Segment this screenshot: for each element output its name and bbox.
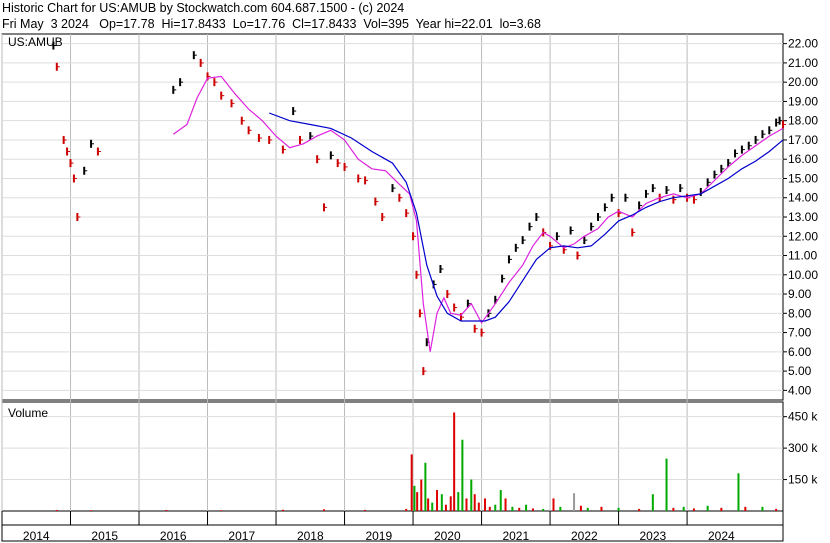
volume-tick-label: 450 k <box>788 410 818 424</box>
price-tick-label: 19.00 <box>788 94 818 108</box>
volume-bar <box>457 492 460 511</box>
volume-bar <box>665 458 668 511</box>
volume-bar <box>706 505 709 511</box>
year-tick-label: 2018 <box>297 529 324 543</box>
price-tick-label: 17.00 <box>788 133 818 147</box>
volume-bar <box>761 506 764 511</box>
price-tick-label: 11.00 <box>788 249 817 263</box>
year-tick-label: 2024 <box>708 529 735 543</box>
year-tick-label: 2019 <box>365 529 392 543</box>
grid-lines <box>1 34 787 525</box>
volume-bar <box>586 507 589 511</box>
year-tick-label: 2022 <box>571 529 598 543</box>
volume-bar <box>617 507 620 511</box>
price-tick-label: 21.00 <box>788 56 818 70</box>
volume-bar <box>461 439 464 511</box>
price-tick-label: 4.00 <box>788 383 812 397</box>
price-tick-label: 12.00 <box>788 229 818 243</box>
price-tick-label: 13.00 <box>788 210 818 224</box>
volume-bar <box>465 498 468 511</box>
price-tick-label: 22.00 <box>788 37 818 51</box>
volume-bar <box>542 508 545 511</box>
price-tick-label: 16.00 <box>788 152 818 166</box>
volume-bar <box>651 494 654 511</box>
volume-bar <box>488 506 491 511</box>
price-tick-label: 18.00 <box>788 114 818 128</box>
price-tick-label: 5.00 <box>788 364 812 378</box>
price-tick-label: 9.00 <box>788 287 812 301</box>
volume-panel-label: Volume <box>8 406 48 420</box>
volume-bar <box>55 509 58 511</box>
volume-bar <box>449 496 452 511</box>
year-tick-label: 2020 <box>434 529 461 543</box>
volume-bar <box>90 510 93 511</box>
volume-bar <box>444 504 447 511</box>
volume-bar <box>165 509 168 511</box>
year-tick-label: 2023 <box>639 529 666 543</box>
volume-bar <box>494 504 497 511</box>
volume-bar <box>579 505 582 511</box>
volume-bar <box>737 473 740 511</box>
volume-bar <box>744 506 747 511</box>
volume-bar <box>420 479 423 511</box>
volume-bar <box>405 508 408 511</box>
volume-bar <box>453 412 456 511</box>
price-tick-label: 10.00 <box>788 268 818 282</box>
volume-bar <box>427 498 430 511</box>
volume-bar <box>638 508 641 511</box>
volume-bar <box>322 509 325 511</box>
year-tick-label: 2015 <box>91 529 118 543</box>
volume-bar <box>552 498 555 511</box>
volume-bar <box>499 490 502 511</box>
volume-bar <box>559 506 562 511</box>
volume-bar <box>416 492 419 511</box>
volume-bars <box>55 412 778 511</box>
volume-bar <box>511 506 514 511</box>
volume-tick-label: 300 k <box>788 441 818 455</box>
volume-bar <box>682 506 685 511</box>
volume-bar <box>525 504 528 511</box>
volume-bar <box>720 507 723 511</box>
volume-tick-label: 150 k <box>788 473 818 487</box>
price-tick-label: 8.00 <box>788 306 812 320</box>
short-moving-average-line <box>172 75 784 352</box>
year-tick-label: 2017 <box>228 529 255 543</box>
volume-bar <box>436 490 439 511</box>
price-tick-label: 7.00 <box>788 326 812 340</box>
stock-chart: 2014 2015 2016 2017 2018 2019 2020 2021 2022 2023… <box>1 33 818 543</box>
volume-bar <box>477 502 480 511</box>
price-tick-label: 14.00 <box>788 191 818 205</box>
volume-bar <box>483 498 486 511</box>
moving-average-lines <box>172 75 784 352</box>
volume-bar <box>518 507 521 511</box>
axis-labels: 2014 2015 2016 2017 2018 2019 2020 2021 2022 2023… <box>23 37 818 543</box>
year-tick-label: 2016 <box>160 529 187 543</box>
year-tick-label: 2021 <box>502 529 529 543</box>
price-tick-label: 15.00 <box>788 171 818 185</box>
volume-bar <box>470 479 473 511</box>
symbol-label: US:AMUB <box>8 35 63 49</box>
volume-bar <box>473 494 476 511</box>
volume-bar <box>220 510 223 511</box>
price-marks <box>52 41 786 376</box>
volume-bar <box>424 462 427 511</box>
volume-bar <box>413 485 416 511</box>
price-tick-label: 20.00 <box>788 75 818 89</box>
volume-bar <box>672 507 675 511</box>
year-tick-label: 2014 <box>23 529 50 543</box>
volume-bar <box>504 498 507 511</box>
volume-bar <box>600 506 603 511</box>
volume-bar <box>281 509 284 511</box>
volume-bar <box>531 508 534 511</box>
volume-bar <box>573 493 576 511</box>
volume-bar <box>692 508 695 511</box>
volume-bar <box>431 502 434 511</box>
volume-bar <box>440 494 443 511</box>
price-tick-label: 6.00 <box>788 345 812 359</box>
volume-bar <box>775 508 778 511</box>
volume-bar <box>364 509 367 511</box>
volume-bar <box>410 454 413 511</box>
